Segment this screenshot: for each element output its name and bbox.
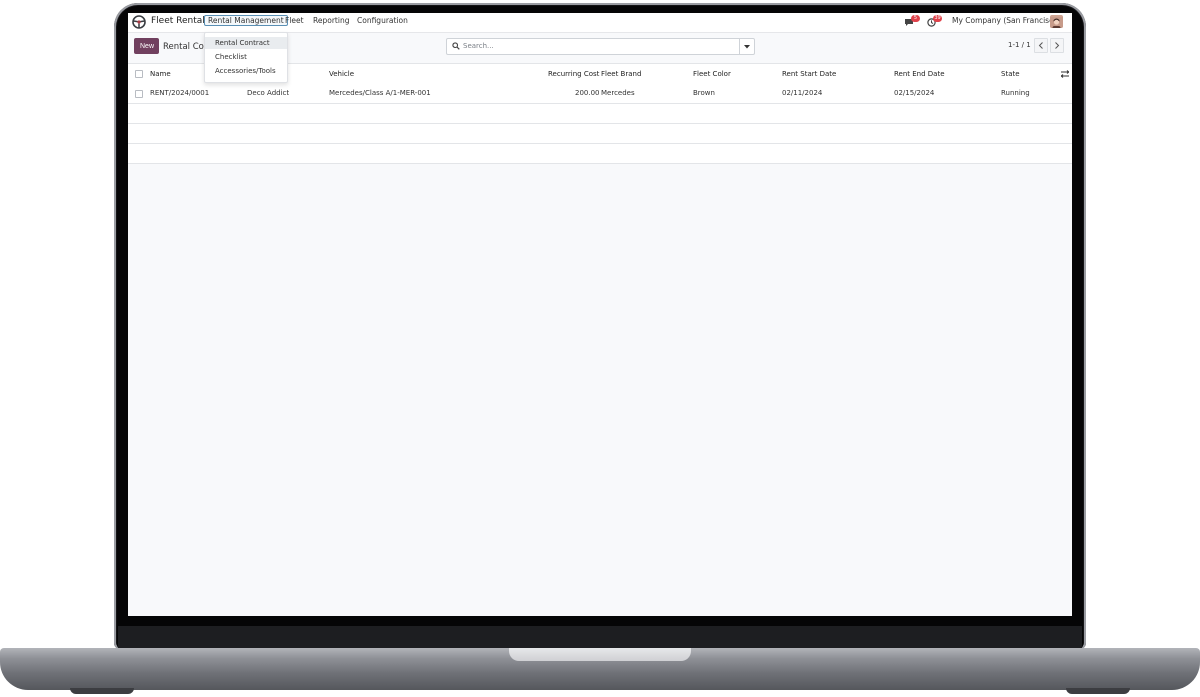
search-bar [446,38,755,55]
menu-reporting[interactable]: Reporting [313,16,349,25]
column-header-vehicle[interactable]: Vehicle [329,70,354,78]
company-switcher[interactable]: My Company (San Francisco) [952,16,1061,25]
user-avatar[interactable] [1050,15,1063,28]
chevron-left-icon [1038,42,1043,49]
cell-state: Running [1001,89,1030,97]
menu-configuration[interactable]: Configuration [357,16,408,25]
cell-vehicle: Mercedes/Class A/1-MER-001 [329,89,431,97]
empty-row [128,124,1072,144]
search-options-toggle[interactable] [739,39,754,54]
cell-fleet-brand: Mercedes [601,89,635,97]
cell-recurring-cost: 200.00 [575,89,600,97]
row-checkbox[interactable] [135,90,143,98]
cell-rent-start-date: 02/11/2024 [782,89,823,97]
table-row[interactable]: RENT/2024/0001 Deco Addict Mercedes/Clas… [128,84,1072,104]
laptop-foot-left [70,688,134,694]
cell-name: RENT/2024/0001 [150,89,210,97]
pager-value[interactable]: 1-1 / 1 [1008,41,1031,49]
pager-next-button[interactable] [1050,38,1064,53]
select-all-checkbox[interactable] [135,70,143,78]
column-header-fleet-brand[interactable]: Fleet Brand [601,70,641,78]
pager-prev-button[interactable] [1034,38,1048,53]
empty-row [128,144,1072,164]
column-header-name[interactable]: Name [150,70,171,78]
search-icon [452,42,460,50]
cell-fleet-color: Brown [693,89,715,97]
dropdown-item-rental-contract[interactable]: Rental Contract [205,37,287,49]
cell-customer: Deco Addict [247,89,290,97]
activity-badge: 39 [933,15,942,22]
steering-wheel-icon[interactable] [132,15,146,29]
top-navbar: Fleet Rental Rental Management Fleet Rep… [128,13,1072,33]
optional-columns-icon[interactable] [1061,70,1069,78]
app-name[interactable]: Fleet Rental [151,16,205,26]
laptop-chin [118,626,1082,648]
menu-fleet[interactable]: Fleet [285,16,304,25]
column-header-recurring-cost[interactable]: Recurring Cost [548,70,599,78]
chat-badge: 5 [911,15,920,22]
dropdown-item-accessories-tools[interactable]: Accessories/Tools [205,65,287,77]
cell-rent-end-date: 02/15/2024 [894,89,935,97]
dropdown-item-checklist[interactable]: Checklist [205,51,287,63]
column-header-rent-end-date[interactable]: Rent End Date [894,70,945,78]
caret-down-icon [744,45,750,49]
chevron-right-icon [1055,42,1060,49]
rental-management-dropdown: Rental Contract Checklist Accessories/To… [204,32,288,83]
empty-row [128,104,1072,124]
screen: Fleet Rental Rental Management Fleet Rep… [128,13,1072,616]
breadcrumb: Rental Contract [163,42,205,52]
laptop-notch [509,648,691,661]
column-header-state[interactable]: State [1001,70,1020,78]
column-header-fleet-color[interactable]: Fleet Color [693,70,731,78]
column-header-rent-start-date[interactable]: Rent Start Date [782,70,836,78]
laptop-foot-right [1066,688,1130,694]
new-button[interactable]: New [134,38,159,54]
menu-rental-management[interactable]: Rental Management [204,15,288,26]
search-input[interactable] [463,40,733,52]
